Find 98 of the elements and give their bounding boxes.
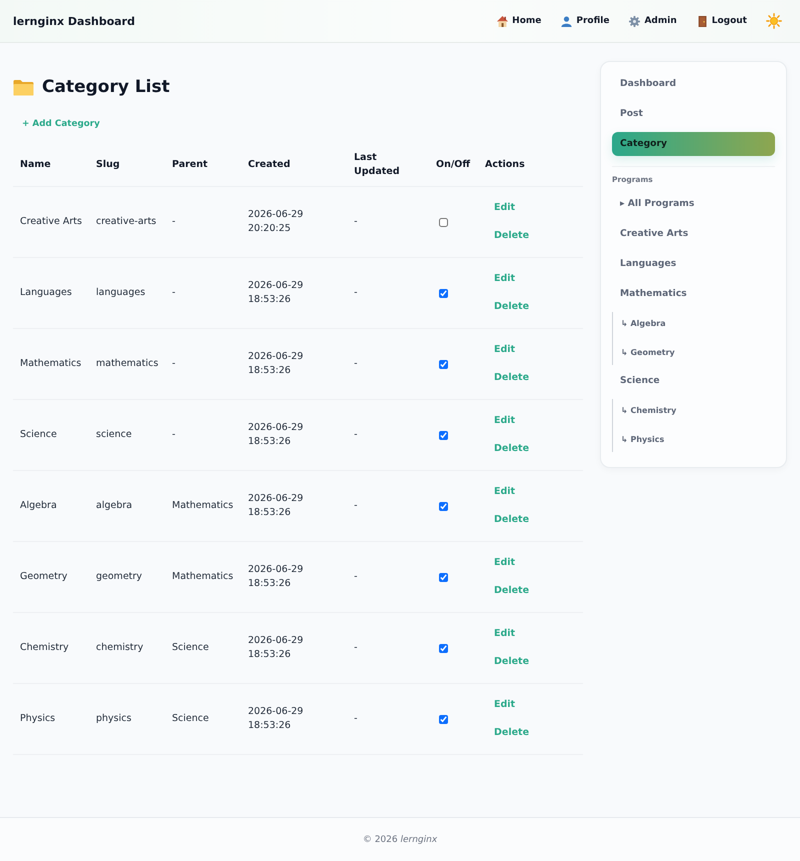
column-header: Slug (89, 144, 165, 186)
nav-link[interactable]: Logout (696, 16, 747, 26)
sidebar-item[interactable]: Mathematics (612, 282, 775, 306)
nav-link[interactable]: Profile (561, 16, 610, 26)
table-cell: Mathematics (13, 328, 89, 400)
table-cell: Science (13, 400, 89, 470)
folder-icon (13, 78, 34, 96)
table-cell: chemistry (89, 612, 165, 684)
gear-icon (629, 16, 640, 26)
sidebar-item[interactable]: Category (612, 132, 775, 156)
table-cell: 2026-06-29 18:53:26 (241, 328, 347, 400)
nav-link[interactable]: Home (497, 16, 542, 26)
table-cell: - (165, 328, 241, 400)
column-header: Name (13, 144, 89, 186)
table-cell: Creative Arts (13, 186, 89, 258)
toggle-checkbox[interactable] (439, 218, 448, 226)
table-cell: - (165, 400, 241, 470)
delete-link[interactable]: Delete (485, 577, 538, 605)
table-cell: 2026-06-29 18:53:26 (241, 400, 347, 470)
page-title: Category List (42, 76, 170, 99)
table-cell: 2026-06-29 18:53:26 (241, 612, 347, 684)
column-header: Last Updated (347, 144, 429, 186)
delete-link[interactable]: Delete (485, 293, 538, 321)
person-icon (561, 16, 572, 26)
table-cell: 2026-06-29 18:53:26 (241, 542, 347, 612)
table-cell: science (89, 400, 165, 470)
toggle-checkbox[interactable] (439, 572, 448, 582)
edit-link[interactable]: Edit (485, 549, 524, 577)
table-cell: - (347, 542, 429, 612)
sidebar-item[interactable]: Post (612, 102, 775, 126)
toggle-checkbox[interactable] (439, 430, 448, 440)
column-header: Actions (478, 144, 583, 186)
table-cell: - (347, 684, 429, 754)
toggle-checkbox[interactable] (439, 644, 448, 652)
table-cell: - (347, 400, 429, 470)
table-cell: - (347, 612, 429, 684)
delete-link[interactable]: Delete (485, 364, 538, 392)
sidebar-subitem[interactable]: ↳ Chemistry (613, 399, 775, 423)
table-cell: 2026-06-29 20:20:25 (241, 186, 347, 258)
table-cell: geometry (89, 542, 165, 612)
table-cell: - (347, 186, 429, 258)
column-header: Created (241, 144, 347, 186)
table-cell: - (165, 186, 241, 258)
table-cell: - (347, 470, 429, 542)
sun-icon (766, 13, 782, 29)
table-cell: Science (165, 612, 241, 684)
table-cell: 2026-06-29 18:53:26 (241, 470, 347, 542)
table-cell: - (347, 258, 429, 328)
sidebar-item[interactable]: ▸ All Programs (612, 192, 775, 216)
delete-link[interactable]: Delete (485, 719, 538, 747)
sidebar-subitem[interactable]: ↳ Geometry (613, 341, 775, 365)
table-cell: Geometry (13, 542, 89, 612)
table-cell: Languages (13, 258, 89, 328)
sidebar-item[interactable]: Languages (612, 252, 775, 276)
sidebar-item[interactable]: Dashboard (612, 72, 775, 96)
sidebar-subitem[interactable]: ↳ Algebra (613, 312, 775, 336)
edit-link[interactable]: Edit (485, 478, 524, 506)
footer-text: © 2026 lernginx (362, 834, 438, 844)
toggle-checkbox[interactable] (439, 360, 448, 368)
edit-link[interactable]: Edit (485, 407, 524, 435)
table-cell: - (165, 258, 241, 328)
table-cell: 2026-06-29 18:53:26 (241, 258, 347, 328)
sidebar-subitem[interactable]: ↳ Physics (613, 428, 775, 452)
delete-link[interactable]: Delete (485, 222, 538, 250)
column-header: Parent (165, 144, 241, 186)
table-cell: - (347, 328, 429, 400)
house-icon (497, 16, 508, 26)
toggle-checkbox[interactable] (439, 288, 448, 298)
table-cell: mathematics (89, 328, 165, 400)
sidebar-item[interactable]: Creative Arts (612, 222, 775, 246)
table-cell: Science (165, 684, 241, 754)
table-cell: algebra (89, 470, 165, 542)
table-cell: Mathematics (165, 470, 241, 542)
table-cell: physics (89, 684, 165, 754)
theme-toggle-button[interactable] (766, 13, 782, 29)
edit-link[interactable]: Edit (485, 265, 524, 293)
column-header: On/Off (429, 144, 478, 186)
toggle-checkbox[interactable] (439, 502, 448, 510)
nav-link[interactable]: Admin (629, 16, 677, 26)
add-category-link[interactable]: + Add Category (13, 112, 109, 137)
delete-link[interactable]: Delete (485, 648, 538, 676)
table-cell: languages (89, 258, 165, 328)
edit-link[interactable]: Edit (485, 336, 524, 364)
table-cell: Mathematics (165, 542, 241, 612)
edit-link[interactable]: Edit (485, 620, 524, 648)
edit-link[interactable]: Edit (485, 691, 524, 719)
table-cell: Physics (13, 684, 89, 754)
edit-link[interactable]: Edit (485, 194, 524, 222)
door-icon (696, 16, 708, 26)
delete-link[interactable]: Delete (485, 506, 538, 534)
sidebar-item[interactable]: Science (612, 369, 775, 393)
table-cell: Chemistry (13, 612, 89, 684)
delete-link[interactable]: Delete (485, 435, 538, 463)
table-cell: creative-arts (89, 186, 165, 258)
toggle-checkbox[interactable] (439, 714, 448, 724)
table-cell: 2026-06-29 18:53:26 (241, 684, 347, 754)
brand-title: lernginx Dashboard (13, 14, 135, 28)
table-cell: Algebra (13, 470, 89, 542)
